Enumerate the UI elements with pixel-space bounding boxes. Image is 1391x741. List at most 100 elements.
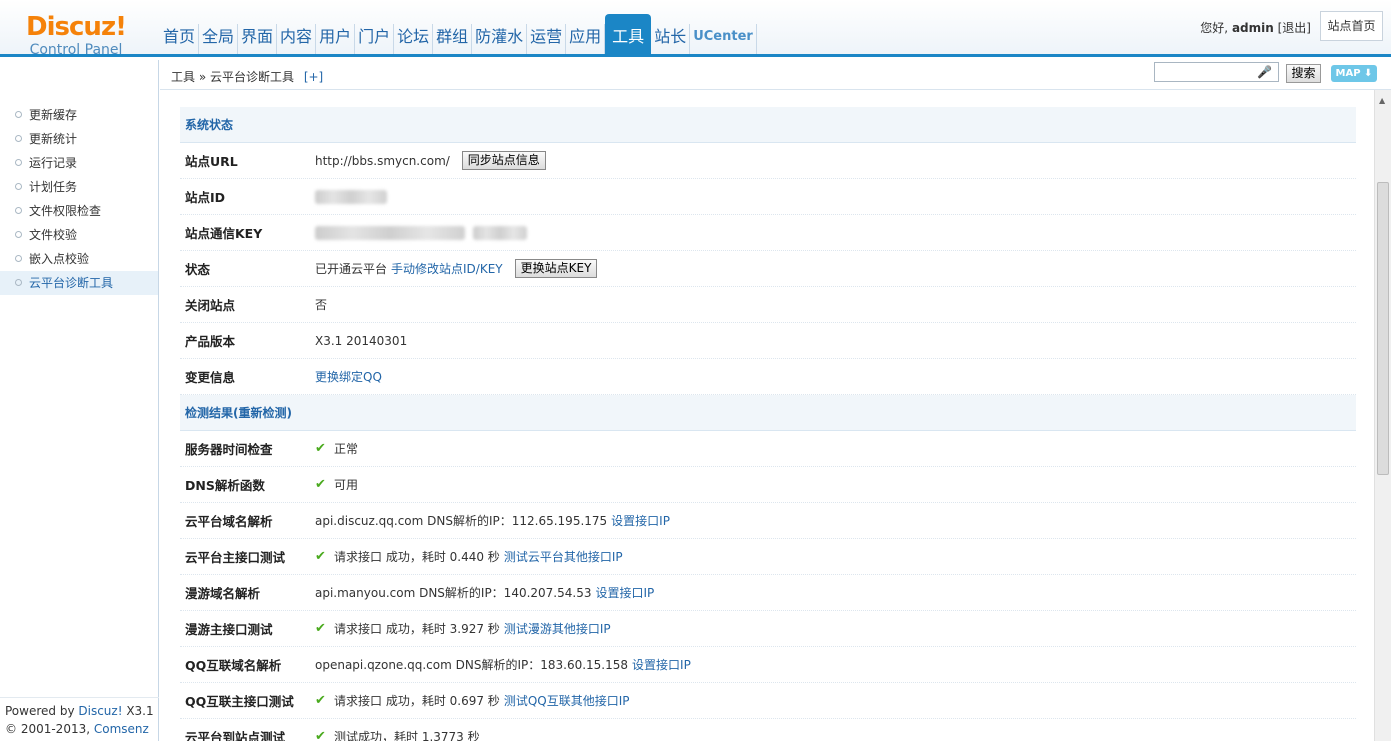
nav-groups[interactable]: 群组 — [433, 24, 473, 54]
check-icon: ✔ — [315, 729, 326, 741]
cloud-dns-value: api.discuz.qq.com DNS解析的IP：112.65.195.17… — [315, 514, 608, 528]
section-check-results[interactable]: 检测结果(重新检测) — [180, 395, 1356, 431]
test-cloud-other-ip-link[interactable]: 测试云平台其他接口IP — [504, 548, 623, 565]
site-url-value: http://bbs.smycn.com/ — [315, 153, 450, 168]
footer: Powered by Discuz! X3.1 © 2001-2013, Com… — [5, 702, 165, 741]
nav-content[interactable]: 内容 — [277, 24, 317, 54]
discuz-link[interactable]: Discuz! — [78, 704, 122, 718]
map-button[interactable]: MAP ⬇ — [1331, 65, 1377, 82]
dns-function-value: 可用 — [334, 478, 359, 492]
row-site-key: 站点通信KEY — [180, 215, 1356, 251]
redacted-site-key-part — [473, 225, 527, 240]
label: 漫游域名解析 — [185, 586, 261, 601]
add-shortcut-link[interactable]: [+] — [304, 70, 323, 84]
set-cloud-ip-link[interactable]: 设置接口IP — [611, 512, 670, 529]
value: 已开通云平台 手动修改站点ID/KEY 更换站点KEY — [315, 259, 598, 278]
sidebar-item-update-cache[interactable]: 更新缓存 — [0, 103, 158, 127]
logo-subtitle: Control Panel — [29, 42, 123, 58]
set-manyou-ip-link[interactable]: 设置接口IP — [595, 584, 654, 601]
nav-interface[interactable]: 界面 — [238, 24, 278, 54]
vertical-scrollbar[interactable]: ▲ — [1374, 90, 1391, 741]
logo[interactable]: Discuz! Control Panel — [0, 14, 152, 59]
nav-users[interactable]: 用户 — [316, 24, 356, 54]
sidebar-item-update-stats[interactable]: 更新统计 — [0, 127, 158, 151]
test-manyou-other-ip-link[interactable]: 测试漫游其他接口IP — [504, 620, 611, 637]
search-input[interactable]: 🎤 — [1154, 62, 1279, 82]
row-site-closed: 关闭站点 否 — [180, 287, 1356, 323]
nav-antispam[interactable]: 防灌水 — [472, 24, 528, 54]
site-home-button[interactable]: 站点首页 — [1320, 11, 1383, 41]
sidebar-item-run-log[interactable]: 运行记录 — [0, 151, 158, 175]
sidebar-item-file-check[interactable]: 文件校验 — [0, 223, 158, 247]
breadcrumb: 工具 » 云平台诊断工具 [+] — [171, 68, 323, 85]
value: api.discuz.qq.com DNS解析的IP：112.65.195.17… — [315, 512, 670, 529]
sidebar-menu: 更新缓存 更新统计 运行记录 计划任务 文件权限检查 文件校验 嵌入点校验 云平… — [0, 103, 158, 295]
site-closed-value: 否 — [315, 298, 328, 312]
logout-link[interactable]: [退出] — [1278, 21, 1311, 35]
value: openapi.qzone.qq.com DNS解析的IP：183.60.15.… — [315, 656, 691, 673]
scroll-up-icon[interactable]: ▲ — [1379, 96, 1385, 105]
nav-tools[interactable]: 工具 — [605, 14, 652, 54]
set-qq-ip-link[interactable]: 设置接口IP — [632, 656, 691, 673]
test-qq-other-ip-link[interactable]: 测试QQ互联其他接口IP — [504, 692, 630, 709]
logo-brand: Discuz! — [26, 12, 127, 42]
label: 漫游主接口测试 — [185, 622, 273, 637]
row-status: 状态 已开通云平台 手动修改站点ID/KEY 更换站点KEY — [180, 251, 1356, 287]
label: 变更信息 — [185, 370, 236, 385]
nav-portal[interactable]: 门户 — [355, 24, 395, 54]
value: ✔ 正常 — [315, 440, 358, 457]
nav-home[interactable]: 首页 — [160, 24, 200, 54]
manyou-api-value: 请求接口 成功，耗时 3.927 秒 — [334, 622, 500, 636]
sidebar-item-file-permissions[interactable]: 文件权限检查 — [0, 199, 158, 223]
map-label: MAP — [1335, 68, 1361, 79]
copyright: © 2001-2013, Comsenz Inc. — [5, 720, 165, 741]
copyright-prefix: © 2001-2013, — [5, 722, 94, 736]
change-bound-qq-link[interactable]: 更换绑定QQ — [315, 368, 382, 385]
arrow-down-icon: ⬇ — [1360, 68, 1373, 79]
check-icon: ✔ — [315, 621, 326, 636]
check-icon: ✔ — [315, 693, 326, 708]
value: ✔ 请求接口 成功，耗时 0.697 秒 测试QQ互联其他接口IP — [315, 692, 629, 709]
nav-forum[interactable]: 论坛 — [394, 24, 434, 54]
sidebar-item-cron-tasks[interactable]: 计划任务 — [0, 175, 158, 199]
nav-apps[interactable]: 应用 — [566, 24, 606, 54]
label: 云平台主接口测试 — [185, 550, 286, 565]
breadcrumb-bar: 工具 » 云平台诊断工具 [+] 🎤 搜索 MAP ⬇ — [160, 60, 1391, 90]
label: 站点通信KEY — [185, 226, 263, 241]
cloud-api-value: 请求接口 成功，耗时 0.440 秒 — [334, 550, 500, 564]
value: 更换绑定QQ — [315, 368, 382, 385]
product-version-value: X3.1 20140301 — [315, 333, 408, 348]
value: ✔ 请求接口 成功，耗时 3.927 秒 测试漫游其他接口IP — [315, 620, 611, 637]
label: 云平台到站点测试 — [185, 730, 286, 741]
label: 状态 — [185, 262, 211, 277]
nav-operations[interactable]: 运营 — [527, 24, 567, 54]
change-site-key-button[interactable]: 更换站点KEY — [514, 259, 598, 278]
nav-global[interactable]: 全局 — [199, 24, 239, 54]
nav-webmaster[interactable]: 站长 — [651, 24, 691, 54]
label: QQ互联域名解析 — [185, 658, 282, 673]
row-change-info: 变更信息 更换绑定QQ — [180, 359, 1356, 395]
row-manyou-dns: 漫游域名解析 api.manyou.com DNS解析的IP：140.207.5… — [180, 575, 1356, 611]
row-site-url: 站点URL http://bbs.smycn.com/ 同步站点信息 — [180, 143, 1356, 179]
row-site-id: 站点ID — [180, 179, 1356, 215]
edit-site-id-key-link[interactable]: 手动修改站点ID/KEY — [391, 260, 503, 277]
header: Discuz! Control Panel 首页 全局 界面 内容 用户 门户 … — [0, 0, 1391, 59]
microphone-icon[interactable]: 🎤 — [1257, 65, 1272, 79]
value: ✔ 可用 — [315, 476, 358, 493]
sync-site-info-button[interactable]: 同步站点信息 — [461, 151, 546, 170]
version-text: X3.1 — [122, 704, 154, 718]
row-cloud-to-site: 云平台到站点测试 ✔ 测试成功，耗时 1.3773 秒 — [180, 719, 1356, 741]
row-dns-function: DNS解析函数 ✔ 可用 — [180, 467, 1356, 503]
status-value: 已开通云平台 — [315, 262, 388, 276]
greeting: 您好, — [1200, 21, 1229, 35]
nav-ucenter[interactable]: UCenter — [690, 24, 757, 54]
server-time-value: 正常 — [334, 442, 359, 456]
sidebar-item-hook-check[interactable]: 嵌入点校验 — [0, 247, 158, 271]
sidebar-item-cloud-diagnostics[interactable]: 云平台诊断工具 — [0, 271, 158, 295]
footer-divider — [0, 697, 159, 698]
row-server-time: 服务器时间检查 ✔ 正常 — [180, 431, 1356, 467]
label: 关闭站点 — [185, 298, 236, 313]
scrollbar-thumb[interactable] — [1377, 182, 1389, 475]
top-nav: 首页 全局 界面 内容 用户 门户 论坛 群组 防灌水 运营 应用 工具 站长 … — [160, 14, 757, 54]
search-button[interactable]: 搜索 — [1286, 64, 1321, 83]
